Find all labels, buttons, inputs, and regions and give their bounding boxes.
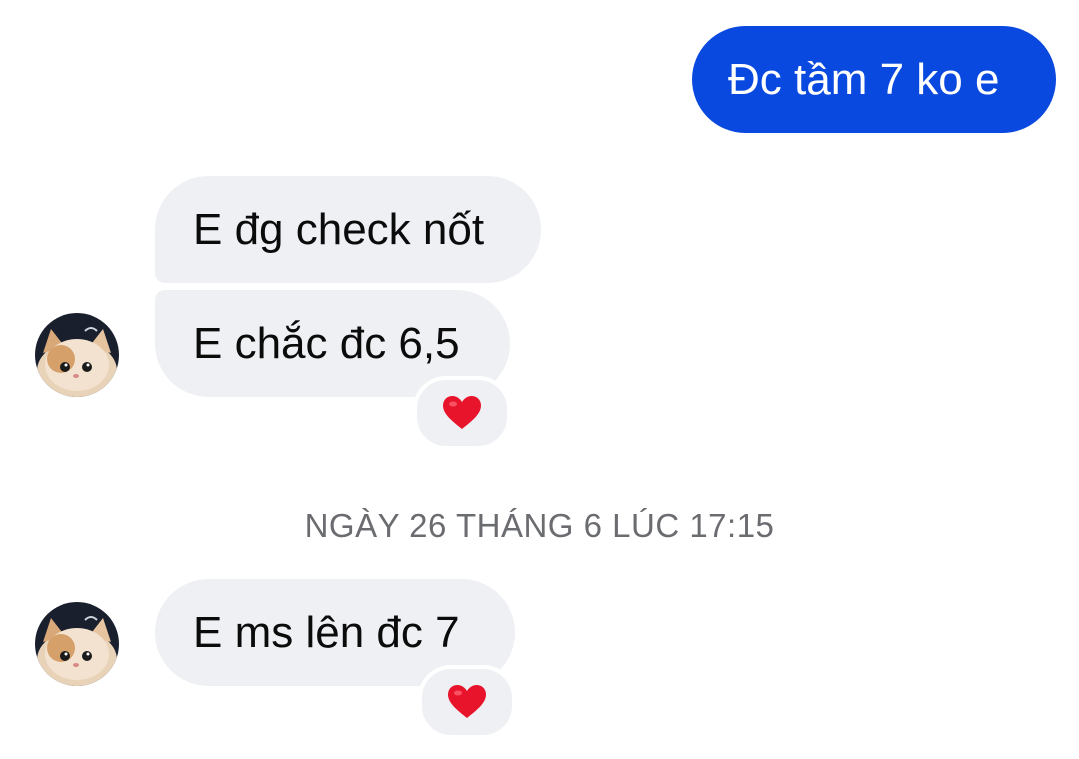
- outgoing-message[interactable]: Đc tầm 7 ko e: [692, 26, 1056, 133]
- avatar[interactable]: [35, 313, 119, 397]
- cat-avatar-icon: [35, 313, 119, 397]
- timestamp-divider: NGÀY 26 THÁNG 6 LÚC 17:15: [304, 507, 775, 544]
- avatar[interactable]: [35, 602, 119, 686]
- cat-avatar-icon: [35, 602, 119, 686]
- heart-icon: [448, 685, 486, 718]
- reaction-badge[interactable]: [418, 665, 516, 739]
- heart-icon: [443, 396, 481, 429]
- incoming-message[interactable]: E đg check nốt: [155, 176, 541, 283]
- reaction-badge[interactable]: [413, 376, 511, 450]
- chat-thread: Đc tầm 7 ko e E đg check nốt E chắc đc 6…: [0, 0, 1079, 759]
